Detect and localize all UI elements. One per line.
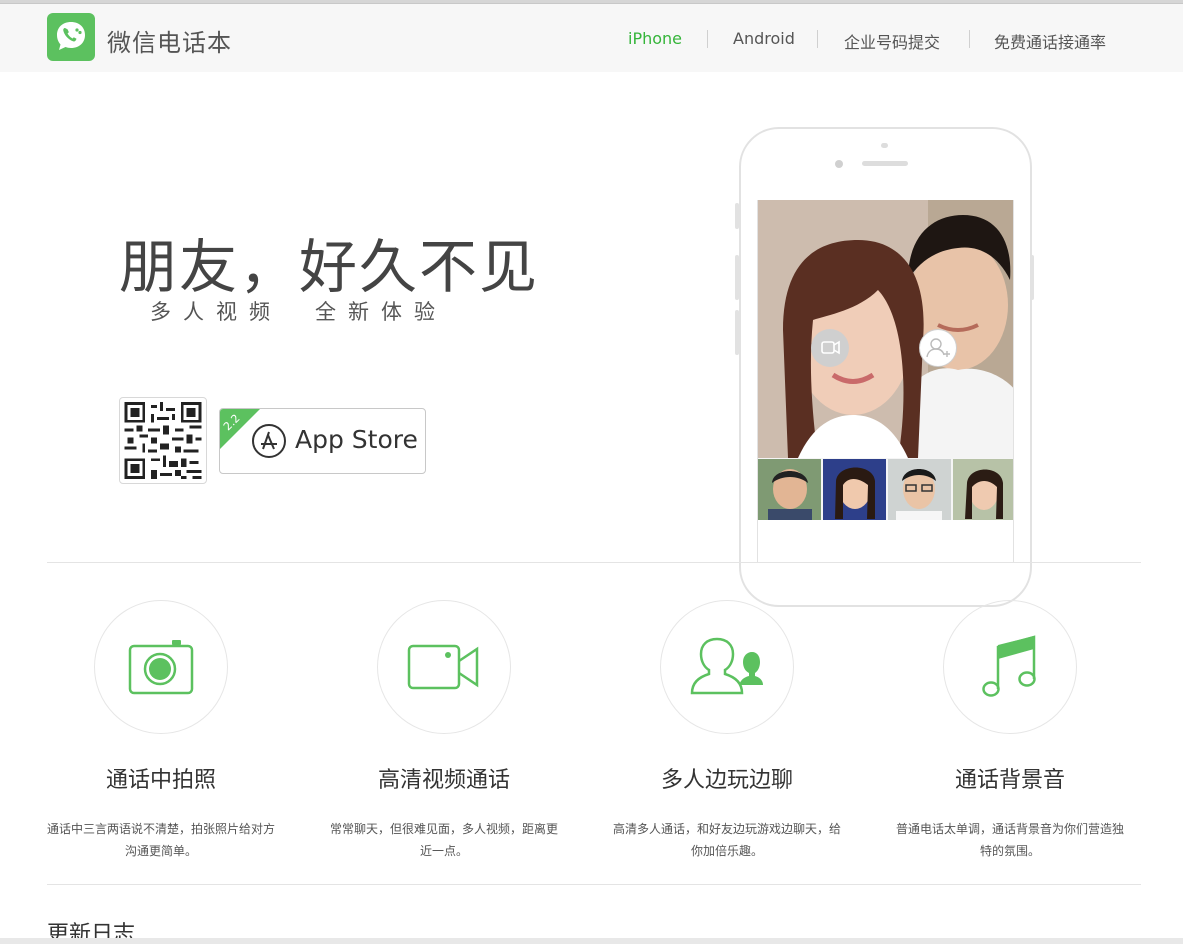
site-title[interactable]: 微信电话本 (107, 23, 232, 58)
feature-icon-circle (943, 600, 1077, 734)
phone-speaker (862, 161, 908, 166)
nav-android[interactable]: Android (733, 29, 795, 48)
nav-iphone[interactable]: iPhone (628, 29, 682, 48)
add-user-icon (926, 338, 950, 358)
feature-group-play: 多人边玩边聊 高清多人通话，和好友边玩游戏边聊天，给你加倍乐趣。 (613, 600, 877, 870)
participant-thumbnails (758, 459, 1013, 520)
section-divider (47, 884, 1141, 885)
feature-description: 通话中三言两语说不清楚，拍张照片给对方沟通更简单。 (47, 822, 276, 858)
feature-description: 常常聊天，但很难见面，多人视频，距离更近一点。 (330, 822, 559, 858)
app-store-icon (252, 424, 286, 458)
feature-title: 通话背景音 (954, 768, 1065, 793)
feature-description: 普通电话太单调，通话背景音为你们营造独特的氛围。 (896, 822, 1125, 858)
app-store-label: App Store (295, 425, 418, 454)
video-call-photo (758, 200, 1013, 458)
video-toggle-button[interactable] (811, 329, 849, 367)
phone-sensor (881, 143, 888, 148)
nav-connect-rate[interactable]: 免费通话接通率 (994, 29, 1106, 53)
qr-code-icon (124, 402, 202, 479)
nav-separator (969, 30, 970, 48)
feature-title: 多人边玩边聊 (660, 768, 793, 793)
participant-thumb[interactable] (823, 459, 886, 520)
participant-thumb[interactable] (888, 459, 951, 520)
participant-thumb[interactable] (953, 459, 1013, 520)
section-divider (47, 562, 1141, 563)
feature-title: 高清视频通话 (377, 768, 510, 793)
feature-description: 高清多人通话，和好友边玩游戏边聊天，给你加倍乐趣。 (613, 822, 842, 858)
qr-code (119, 397, 207, 484)
nav-separator (707, 30, 708, 48)
phone-bubble-icon (57, 22, 85, 50)
add-participant-button[interactable] (919, 329, 957, 367)
logo[interactable] (47, 13, 95, 61)
video-icon (407, 644, 479, 690)
feature-title: 通话中拍照 (105, 768, 216, 793)
feature-photo: 通话中拍照 通话中三言两语说不清楚，拍张照片给对方沟通更简单。 (47, 600, 311, 870)
camera-icon (128, 640, 194, 695)
app-store-button[interactable]: 2.2 App Store (219, 408, 426, 474)
group-icon (690, 637, 763, 695)
feature-icon-circle (660, 600, 794, 734)
feature-hd-video: 高清视频通话 常常聊天，但很难见面，多人视频，距离更近一点。 (330, 600, 594, 870)
call-controls-bar (758, 520, 1013, 562)
feature-icon-circle (377, 600, 511, 734)
phone-screen (757, 200, 1014, 562)
site-header: 微信电话本 iPhone Android 企业号码提交 免费通话接通率 (0, 4, 1183, 72)
bottom-border (0, 938, 1183, 944)
feature-icon-circle (94, 600, 228, 734)
hero-subtitle: 多人视频 全新体验 (150, 300, 447, 324)
music-note-icon (982, 635, 1036, 697)
participant-thumb[interactable] (758, 459, 821, 520)
nav-separator (817, 30, 818, 48)
feature-background-music: 通话背景音 普通电话太单调，通话背景音为你们营造独特的氛围。 (896, 600, 1160, 870)
phone-camera (835, 160, 843, 168)
video-camera-icon (821, 340, 840, 355)
hero-title: 朋友，好久不见 (119, 233, 540, 301)
main-nav: iPhone Android 企业号码提交 免费通话接通率 (600, 29, 1140, 52)
nav-enterprise-submit[interactable]: 企业号码提交 (844, 29, 940, 53)
